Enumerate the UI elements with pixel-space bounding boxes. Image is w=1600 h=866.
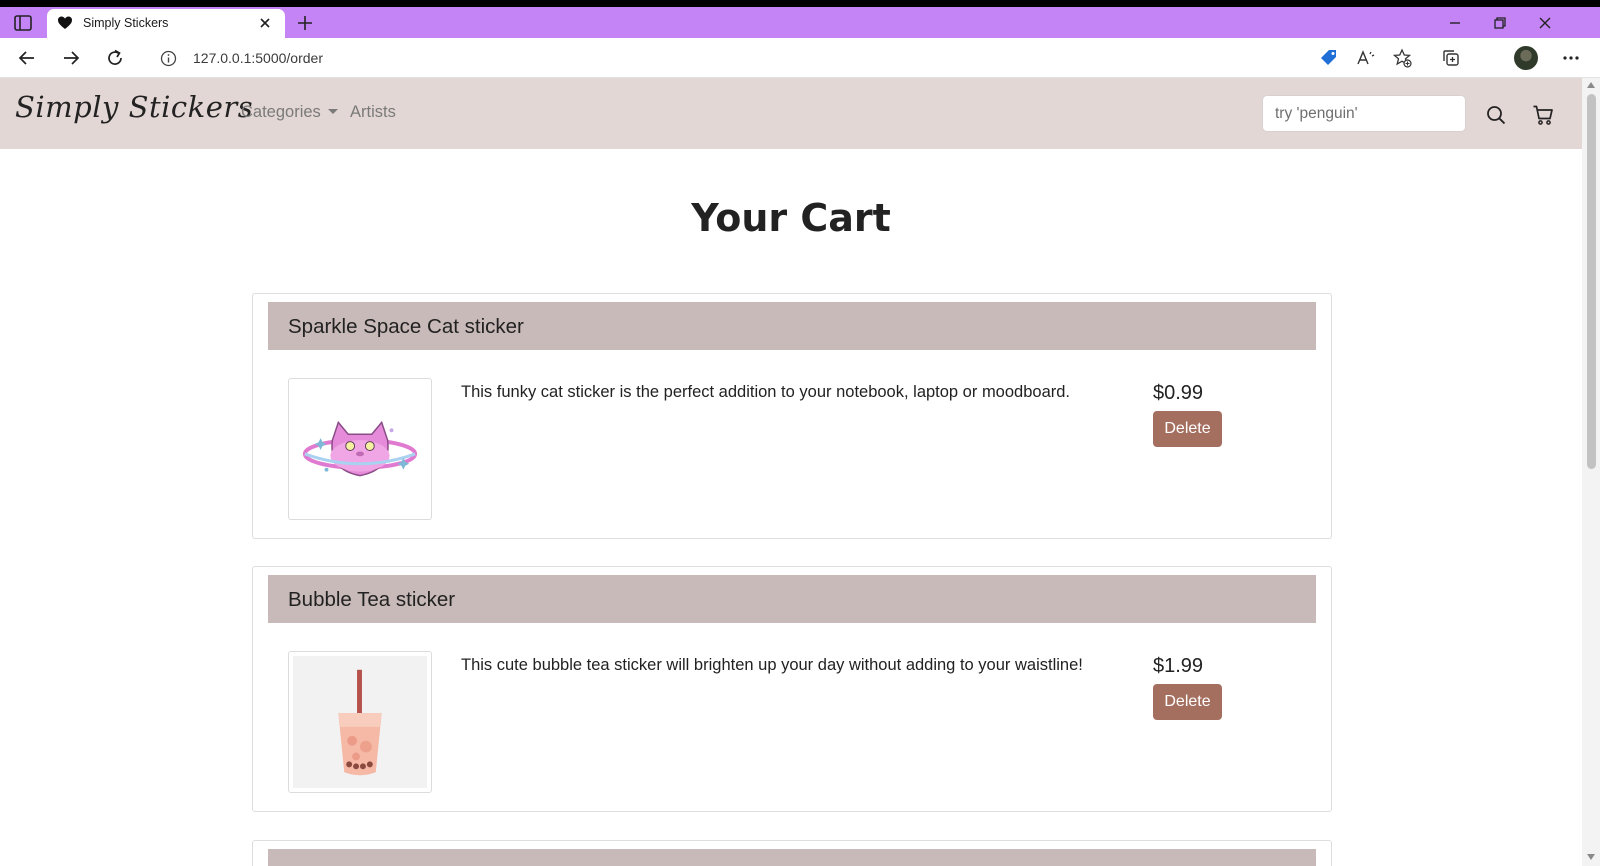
- site-brand[interactable]: Simply Stickers: [15, 90, 253, 124]
- minimize-icon[interactable]: [1447, 15, 1463, 31]
- cart-item-image: [288, 651, 432, 793]
- cart-item-title: Bubble Tea sticker: [288, 588, 456, 611]
- restore-icon[interactable]: [1492, 15, 1508, 31]
- read-aloud-icon[interactable]: [1356, 48, 1376, 68]
- avatar[interactable]: [1514, 46, 1538, 70]
- page-title: Your Cart: [691, 196, 891, 240]
- plus-icon[interactable]: [296, 14, 314, 32]
- back-arrow-icon[interactable]: [17, 48, 37, 68]
- tab-title: Simply Stickers: [83, 16, 169, 30]
- space-cat-sticker-image: [302, 420, 418, 477]
- info-icon[interactable]: [160, 50, 177, 67]
- browser-tab[interactable]: Simply Stickers: [47, 9, 285, 38]
- star-add-icon[interactable]: [1392, 48, 1412, 68]
- nav-categories-dropdown[interactable]: Categories: [241, 103, 338, 122]
- cart-item-image: [288, 378, 432, 520]
- window-top-edge: [0, 0, 1600, 7]
- page-viewport: Simply Stickers Categories Artists Your …: [0, 78, 1582, 866]
- tab-actions-icon[interactable]: [14, 15, 32, 31]
- delete-button[interactable]: Delete: [1153, 684, 1222, 720]
- scrollbar-thumb[interactable]: [1587, 94, 1596, 469]
- collections-icon[interactable]: [1441, 48, 1461, 68]
- url-text[interactable]: 127.0.0.1:5000/order: [193, 50, 323, 66]
- address-bar[interactable]: 127.0.0.1:5000/order: [146, 42, 1420, 74]
- heart-icon: [58, 16, 72, 29]
- bubble-tea-sticker-image: [293, 656, 427, 788]
- cart-item-price: $0.99: [1153, 382, 1204, 404]
- delete-button[interactable]: Delete: [1153, 411, 1222, 447]
- tab-strip: Simply Stickers: [0, 7, 1600, 38]
- cart-item-card-partial: [252, 840, 1332, 866]
- caret-down-icon: [327, 109, 338, 114]
- close-icon[interactable]: [257, 15, 273, 31]
- cart-item-header: Bubble Tea sticker: [268, 575, 1316, 623]
- cart-item-description: This cute bubble tea sticker will bright…: [461, 656, 1083, 674]
- cart-item-card: Bubble Tea sticker This cute bubble tea …: [252, 566, 1332, 812]
- cart-item-header: Sparkle Space Cat sticker: [268, 302, 1316, 350]
- cart-item-header: [268, 849, 1316, 866]
- more-icon[interactable]: [1561, 48, 1581, 68]
- forward-arrow-icon[interactable]: [61, 48, 81, 68]
- nav-artists-link[interactable]: Artists: [350, 103, 396, 122]
- cart-item-description: This funky cat sticker is the perfect ad…: [461, 383, 1071, 401]
- site-navbar: Simply Stickers Categories Artists: [0, 78, 1582, 149]
- cart-item-card: Sparkle Space Cat sticker This funky cat…: [252, 293, 1332, 539]
- page-scrollbar[interactable]: [1582, 78, 1600, 866]
- cart-icon[interactable]: [1532, 104, 1554, 126]
- price-tag-icon[interactable]: [1319, 48, 1339, 68]
- search-icon[interactable]: [1485, 104, 1507, 126]
- cart-item-title: Sparkle Space Cat sticker: [288, 315, 524, 338]
- search-input[interactable]: [1262, 95, 1466, 132]
- scroll-down-icon[interactable]: [1587, 854, 1595, 860]
- nav-categories-label: Categories: [241, 103, 321, 121]
- cart-item-price: $1.99: [1153, 655, 1204, 677]
- scroll-up-icon[interactable]: [1587, 82, 1595, 88]
- refresh-icon[interactable]: [105, 48, 125, 68]
- browser-toolbar: 127.0.0.1:5000/order: [0, 38, 1600, 78]
- close-window-icon[interactable]: [1537, 15, 1553, 31]
